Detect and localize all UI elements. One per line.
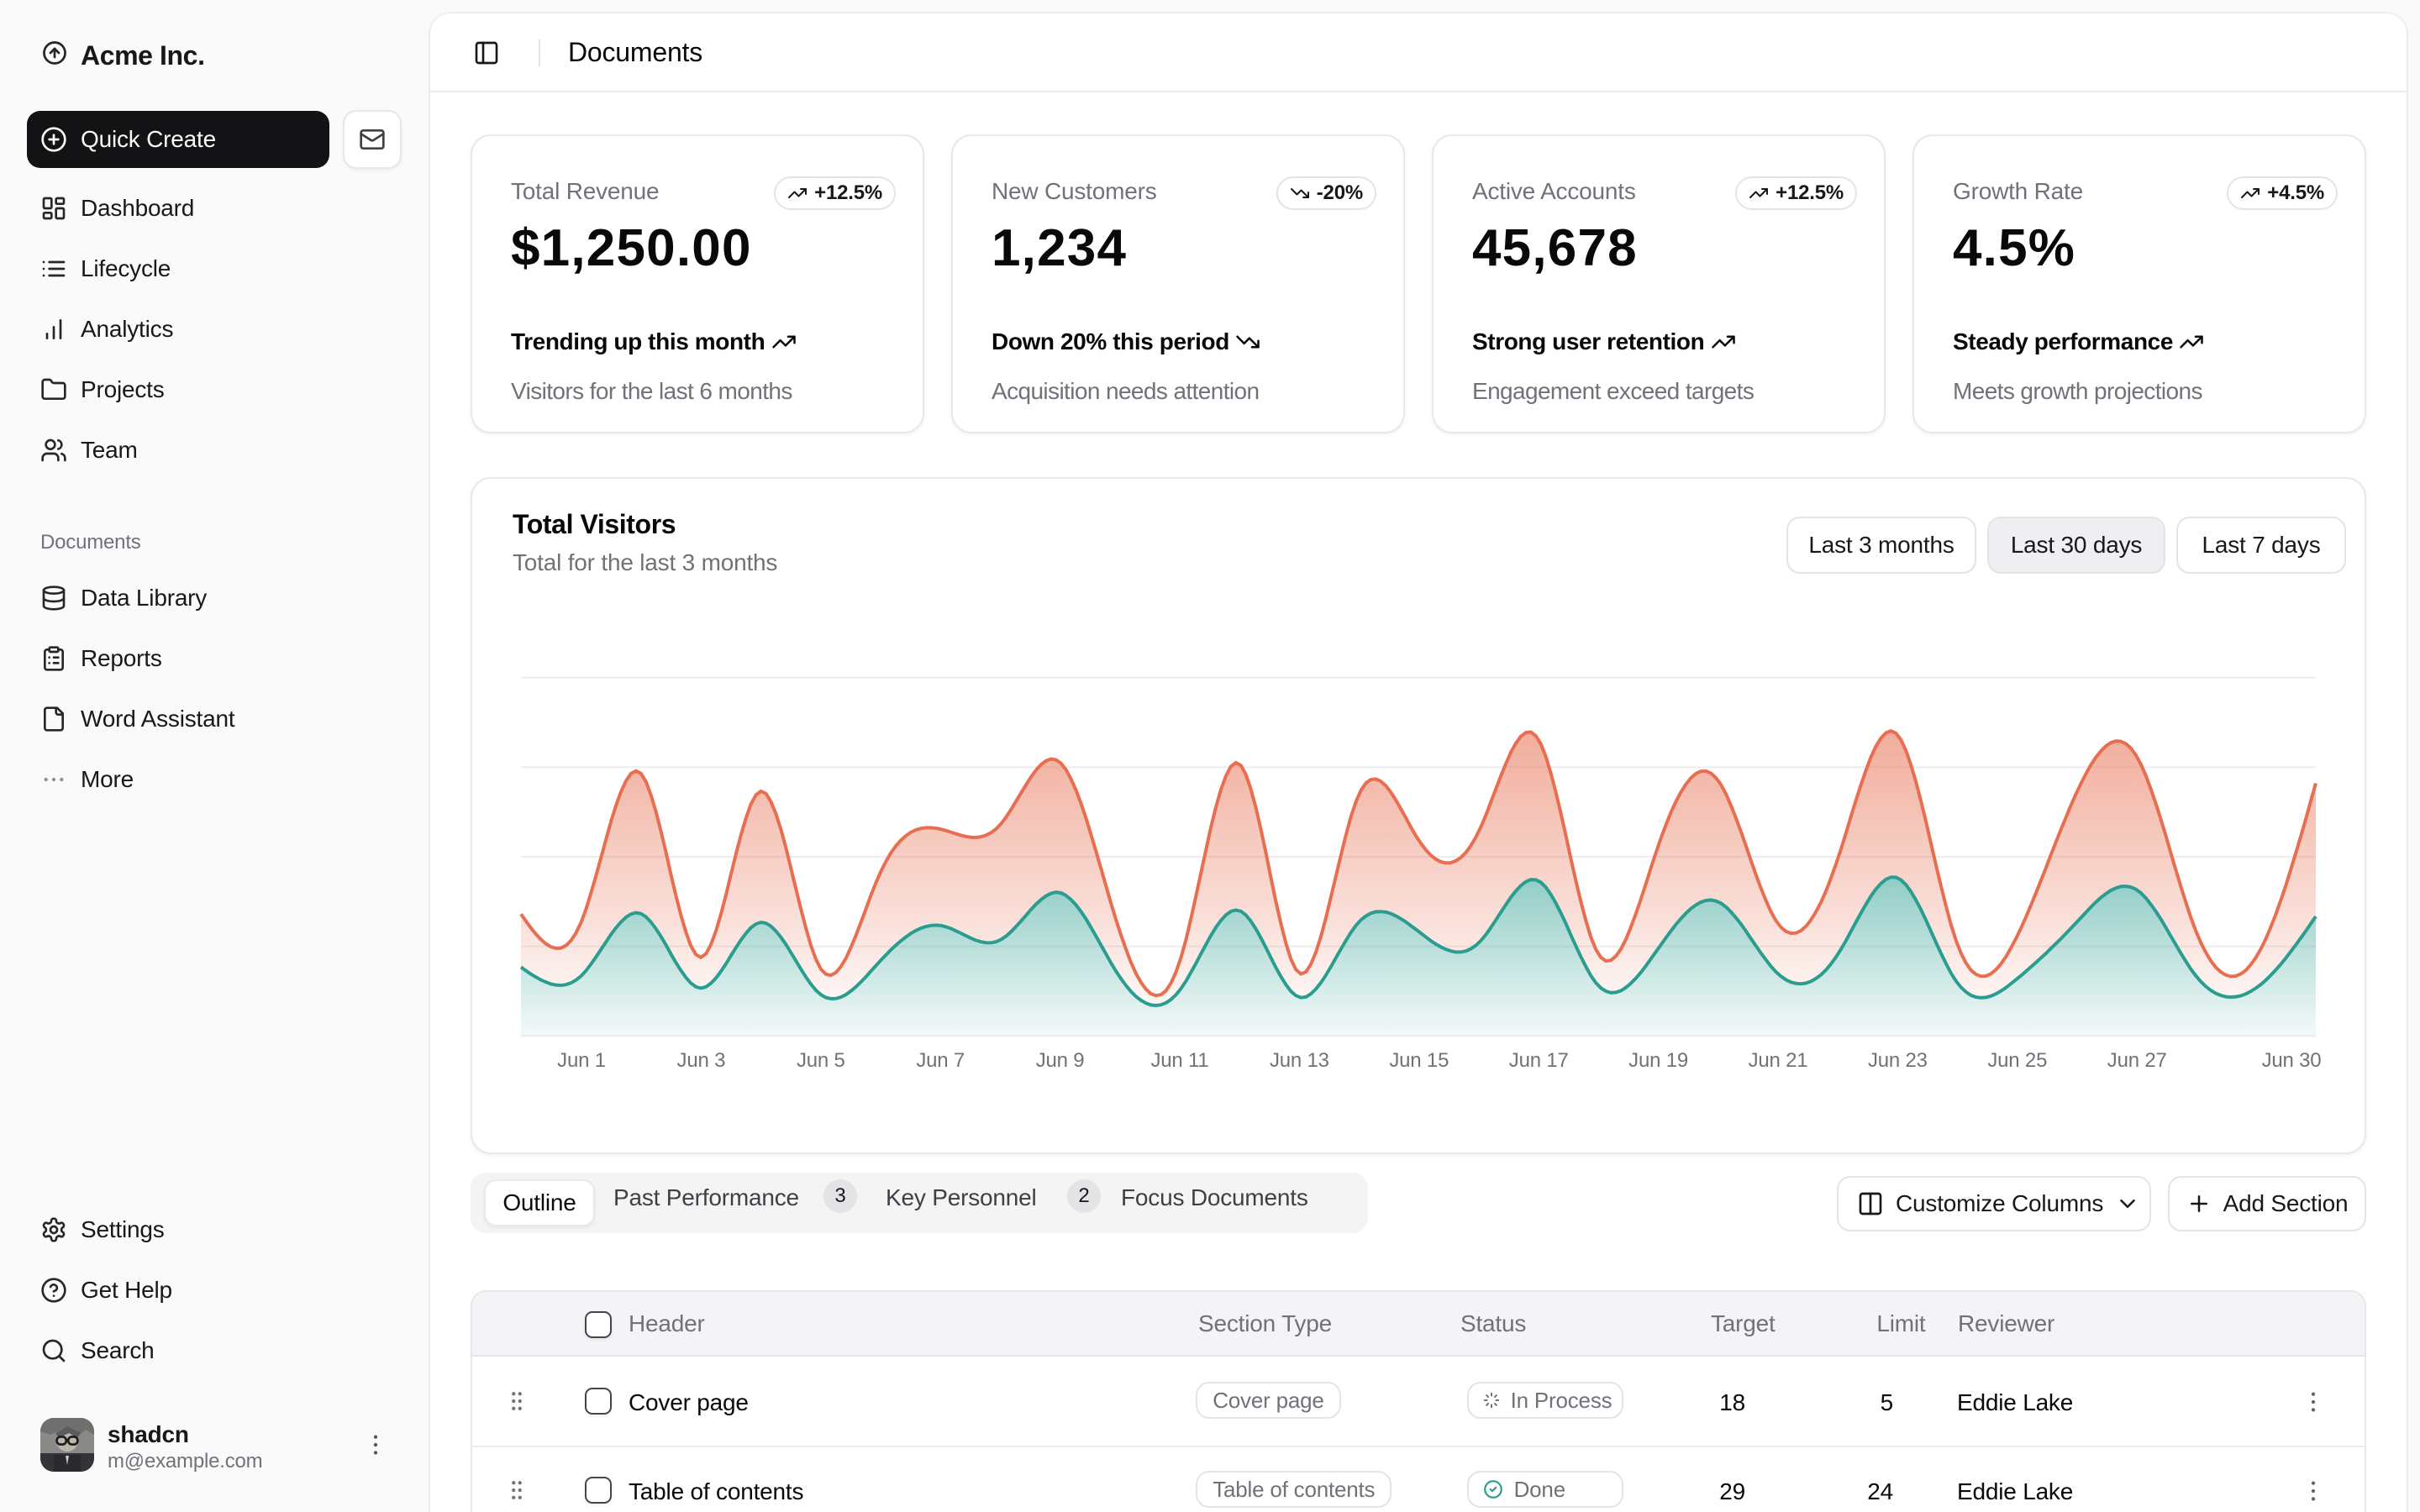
svg-text:Jun 9: Jun 9 bbox=[1036, 1049, 1085, 1072]
svg-text:Jun 7: Jun 7 bbox=[916, 1049, 965, 1072]
svg-text:Jun 27: Jun 27 bbox=[2107, 1049, 2167, 1072]
svg-text:Jun 30: Jun 30 bbox=[2262, 1049, 2322, 1072]
svg-text:Jun 15: Jun 15 bbox=[1389, 1049, 1449, 1072]
svg-text:Jun 5: Jun 5 bbox=[797, 1049, 845, 1072]
svg-text:Jun 23: Jun 23 bbox=[1868, 1049, 1928, 1072]
svg-text:Jun 21: Jun 21 bbox=[1749, 1049, 1808, 1072]
svg-text:Jun 1: Jun 1 bbox=[557, 1049, 606, 1072]
svg-text:Jun 19: Jun 19 bbox=[1628, 1049, 1688, 1072]
svg-text:Jun 11: Jun 11 bbox=[1150, 1049, 1208, 1072]
svg-text:Jun 25: Jun 25 bbox=[1987, 1049, 2047, 1072]
svg-text:Jun 13: Jun 13 bbox=[1270, 1049, 1329, 1072]
svg-text:Jun 17: Jun 17 bbox=[1509, 1049, 1569, 1072]
svg-text:Jun 3: Jun 3 bbox=[677, 1049, 726, 1072]
